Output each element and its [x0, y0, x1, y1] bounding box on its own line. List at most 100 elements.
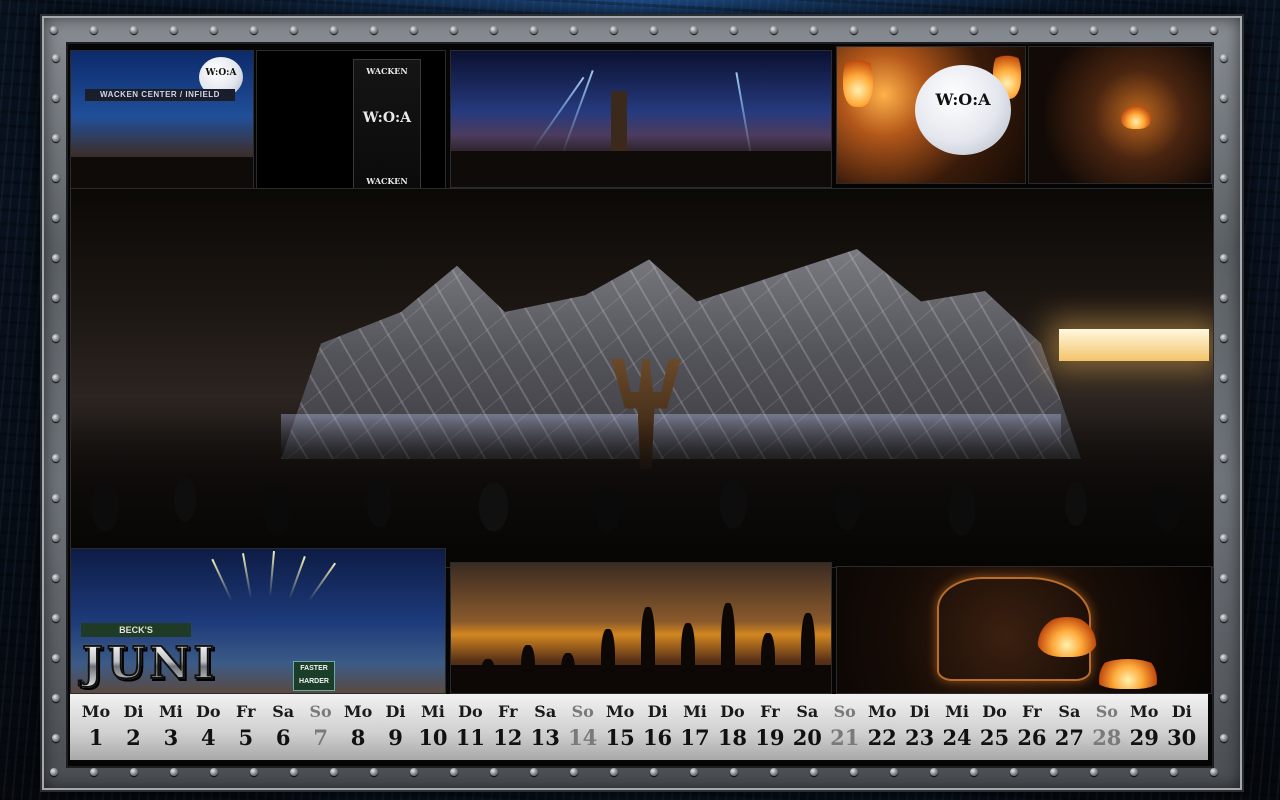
rivet-icon [210, 768, 218, 776]
rivet-icon [890, 26, 898, 34]
weekday-label: Do [196, 702, 221, 721]
day-number: 8 [350, 725, 366, 750]
weekday-label: Di [123, 702, 144, 721]
rivet-icon [690, 26, 698, 34]
day-number: 21 [830, 725, 860, 750]
rivet-icon [1220, 214, 1228, 222]
calendar-day: Do 4 [190, 694, 226, 760]
crowd-silhouette [71, 417, 1213, 567]
weekday-label: Sa [796, 702, 819, 721]
weekday-label: Mo [867, 702, 897, 721]
rivet-icon [1220, 134, 1228, 142]
weekday-label: Do [982, 702, 1007, 721]
firework-icon [288, 556, 306, 600]
day-number: 18 [717, 725, 748, 750]
day-number: 29 [1129, 725, 1159, 750]
gate-banner: WACKEN CENTER / INFIELD [85, 89, 235, 101]
rivet-icon [1220, 574, 1228, 582]
weekday-label: So [1095, 702, 1118, 721]
rivet-icon [970, 26, 978, 34]
rivet-icon [1050, 26, 1058, 34]
rivet-icon [250, 26, 258, 34]
rivet-icon [330, 768, 338, 776]
calendar-day: Mi 10 [415, 694, 451, 760]
calendar-day: Di 23 [902, 694, 938, 760]
rivet-icon [1170, 768, 1178, 776]
rivet-icon [1220, 494, 1228, 502]
rivet-icon [210, 26, 218, 34]
rivet-icon [770, 768, 778, 776]
photo-entrance-gate: W:O:A WACKEN CENTER / INFIELD [70, 50, 254, 198]
calendar-day: Fr 19 [752, 694, 788, 760]
rivet-icon [1170, 26, 1178, 34]
calendar-day: So 14 [565, 694, 601, 760]
rivet-icon [1220, 294, 1228, 302]
day-number: 12 [493, 725, 523, 750]
rivet-icon [52, 614, 60, 622]
rivet-icon [1090, 768, 1098, 776]
day-number: 20 [792, 725, 822, 750]
rivet-icon [52, 694, 60, 702]
rivet-icon [530, 768, 538, 776]
firework-icon [268, 551, 276, 597]
woa-balloon: W:O:A [915, 65, 1011, 155]
rivet-icon [1220, 374, 1228, 382]
rivet-icon [490, 26, 498, 34]
day-number: 27 [1054, 725, 1084, 750]
photo-sunset-hands [450, 562, 832, 694]
calendar-strip: Mo 1 Di 2 Mi 3 Do 4 Fr 5 Sa 6 So 7 Mo 8 Di 9 Mi 10 Do 11 Fr 12 S… [70, 694, 1208, 760]
rivet-icon [52, 134, 60, 142]
firework-icon [307, 562, 337, 602]
balloon-logo: W:O:A [935, 90, 991, 110]
day-number: 7 [313, 725, 328, 750]
weekday-label: Do [458, 702, 483, 721]
calendar-wallpaper: W:O:A WACKEN CENTER / INFIELD WACKEN W:O… [0, 0, 1280, 800]
weekday-label: Fr [498, 702, 518, 721]
calendar-day: Do 25 [977, 694, 1013, 760]
weekday-label: Fr [235, 702, 256, 721]
weekday-label: Fr [760, 702, 780, 721]
rivet-icon [170, 768, 178, 776]
weekday-label: Mo [81, 702, 111, 721]
rivet-icon [50, 26, 58, 34]
day-number: 6 [275, 725, 291, 750]
calendar-day: Fr 12 [490, 694, 526, 760]
photo-campfire-crowd [1028, 46, 1212, 184]
tower-logo: W:O:A [362, 110, 412, 126]
calendar-day: Di 16 [640, 694, 676, 760]
firework-icon [211, 558, 233, 602]
crowd-silhouette [451, 151, 831, 187]
rivet-icon [1130, 26, 1138, 34]
calendar-day: Fr 26 [1014, 694, 1050, 760]
weekday-label: Di [909, 702, 930, 721]
rivet-icon [1220, 334, 1228, 342]
booth-light [1059, 329, 1209, 361]
rivet-icon [1090, 26, 1098, 34]
tower-top-text: WACKEN [366, 66, 408, 76]
calendar-day: Mi 17 [677, 694, 713, 760]
day-number: 15 [605, 725, 635, 750]
day-number: 1 [88, 725, 104, 750]
rivet-icon [52, 54, 60, 62]
day-number: 22 [867, 725, 897, 750]
calendar-day: Fr 5 [228, 694, 264, 760]
rivet-icon [50, 768, 58, 776]
fire-icon [1093, 659, 1163, 689]
weekday-label: Mi [945, 702, 969, 721]
rivet-icon [730, 26, 738, 34]
rivet-icon [850, 768, 858, 776]
rivet-icon [52, 494, 60, 502]
faster-harder-sign: FASTER HARDER [293, 661, 335, 691]
calendar-day: Di 9 [378, 694, 414, 760]
rivet-icon [1210, 26, 1218, 34]
rivet-icon [52, 574, 60, 582]
day-number: 19 [755, 725, 785, 750]
weekday-label: Mi [421, 702, 445, 721]
rivet-icon [52, 214, 60, 222]
rivet-icon [570, 26, 578, 34]
rivet-icon [1220, 254, 1228, 262]
fire-icon [1121, 105, 1151, 129]
light-beam-icon [735, 72, 753, 162]
rivet-icon [930, 26, 938, 34]
day-number: 4 [201, 725, 216, 750]
